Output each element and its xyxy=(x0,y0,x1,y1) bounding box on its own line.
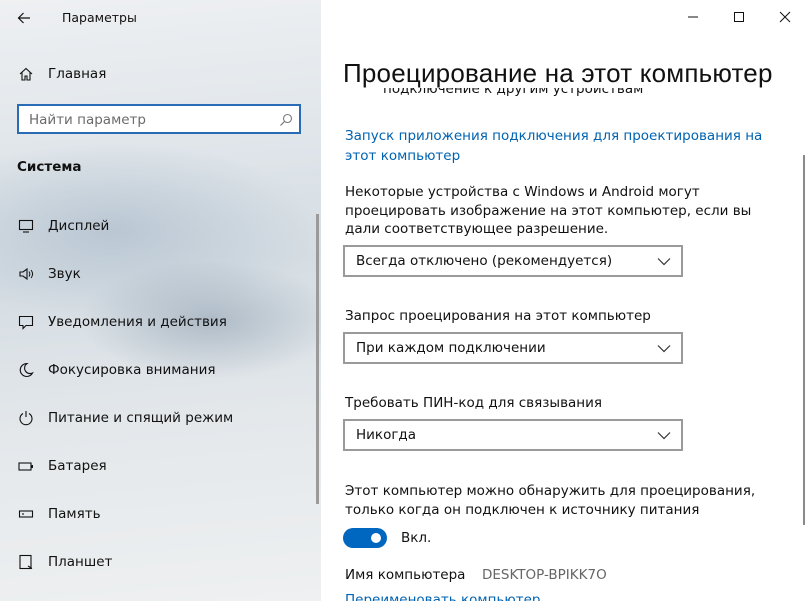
request-dropdown[interactable]: При каждом подключении xyxy=(343,332,683,364)
sidebar-item-notifications[interactable]: Уведомления и действия xyxy=(0,305,316,339)
pin-label: Требовать ПИН-код для связывания xyxy=(345,395,603,411)
content-pane: Проецирование на этот компьютер подключе… xyxy=(321,0,808,601)
pin-dropdown[interactable]: Никогда xyxy=(343,419,683,451)
sidebar-item-sound[interactable]: Звук xyxy=(0,257,316,291)
arrow-left-icon xyxy=(17,12,30,24)
notification-icon xyxy=(17,313,35,331)
toggle-state-label: Вкл. xyxy=(401,530,432,546)
sidebar-scrollbar[interactable] xyxy=(316,214,319,504)
sidebar-item-display[interactable]: Дисплей xyxy=(0,209,316,243)
description-text: Некоторые устройства с Windows и Android… xyxy=(345,184,752,237)
app-title: Параметры xyxy=(62,10,137,25)
search-input[interactable] xyxy=(27,106,271,134)
home-icon xyxy=(17,65,35,83)
sidebar-item-power[interactable]: Питание и спящий режим xyxy=(0,401,316,435)
close-button[interactable] xyxy=(762,0,808,34)
settings-window: Параметры Главная Система Дисплей Звук xyxy=(0,0,808,601)
power-discovery-text: Этот компьютер можно обнаружить для прое… xyxy=(345,483,756,518)
sidebar-item-label: Дисплей xyxy=(48,218,110,234)
sidebar-item-focus[interactable]: Фокусировка внимания xyxy=(0,353,316,387)
pc-name-label: Имя компьютера xyxy=(345,567,466,583)
minimize-icon xyxy=(688,16,698,18)
sidebar-item-battery[interactable]: Батарея xyxy=(0,449,316,483)
sidebar-item-label: Звук xyxy=(48,266,81,282)
dropdown-value: Всегда отключено (рекомендуется) xyxy=(356,253,613,269)
request-label: Запрос проецирования на этот компьютер xyxy=(345,308,651,324)
sidebar-item-label: Батарея xyxy=(48,458,107,474)
maximize-icon xyxy=(734,12,744,22)
speaker-icon xyxy=(17,265,35,283)
moon-icon xyxy=(17,361,35,379)
sidebar: Параметры Главная Система Дисплей Звук xyxy=(0,0,321,601)
back-button[interactable] xyxy=(8,2,40,34)
launch-app-link-wrap: Запуск приложения подключения для проект… xyxy=(345,126,765,165)
sidebar-item-tablet[interactable]: Планшет xyxy=(0,545,316,579)
sidebar-item-label: Уведомления и действия xyxy=(48,314,227,330)
dropdown-value: Никогда xyxy=(356,427,417,443)
minimize-button[interactable] xyxy=(670,0,716,34)
page-title: Проецирование на этот компьютер xyxy=(343,58,773,88)
sidebar-item-home[interactable]: Главная xyxy=(0,58,321,90)
chevron-down-icon xyxy=(657,258,671,266)
sidebar-item-storage[interactable]: Память xyxy=(0,497,316,531)
battery-icon xyxy=(17,457,35,475)
chevron-down-icon xyxy=(657,345,671,353)
section-title: Система xyxy=(17,159,82,175)
maximize-button[interactable] xyxy=(716,0,762,34)
scrolled-text: подключение к другим устройствам xyxy=(383,88,644,97)
pc-name-value: DESKTOP-BPIKK7O xyxy=(482,567,607,583)
launch-connect-app-link[interactable]: Запуск приложения подключения для проект… xyxy=(345,128,762,164)
rename-pc-link[interactable]: Переименовать компьютер xyxy=(345,592,541,601)
tablet-icon xyxy=(17,553,35,571)
sidebar-home-label: Главная xyxy=(48,66,107,82)
content-scrollbar[interactable] xyxy=(803,155,805,525)
search-box[interactable] xyxy=(17,104,301,134)
power-icon xyxy=(17,409,35,427)
toggle-knob xyxy=(371,533,381,543)
dropdown-value: При каждом подключении xyxy=(356,340,546,356)
rename-link-wrap: Переименовать компьютер xyxy=(345,590,541,601)
availability-dropdown[interactable]: Всегда отключено (рекомендуется) xyxy=(343,245,683,277)
sidebar-item-label: Память xyxy=(48,506,101,522)
chevron-down-icon xyxy=(657,432,671,440)
sidebar-item-label: Питание и спящий режим xyxy=(48,410,234,426)
power-discovery-toggle[interactable] xyxy=(343,528,387,548)
sidebar-item-label: Фокусировка внимания xyxy=(48,362,216,378)
sidebar-item-label: Планшет xyxy=(48,554,113,570)
display-icon xyxy=(17,217,35,235)
search-icon[interactable] xyxy=(279,112,293,131)
storage-icon xyxy=(17,505,35,523)
close-icon xyxy=(779,11,791,23)
